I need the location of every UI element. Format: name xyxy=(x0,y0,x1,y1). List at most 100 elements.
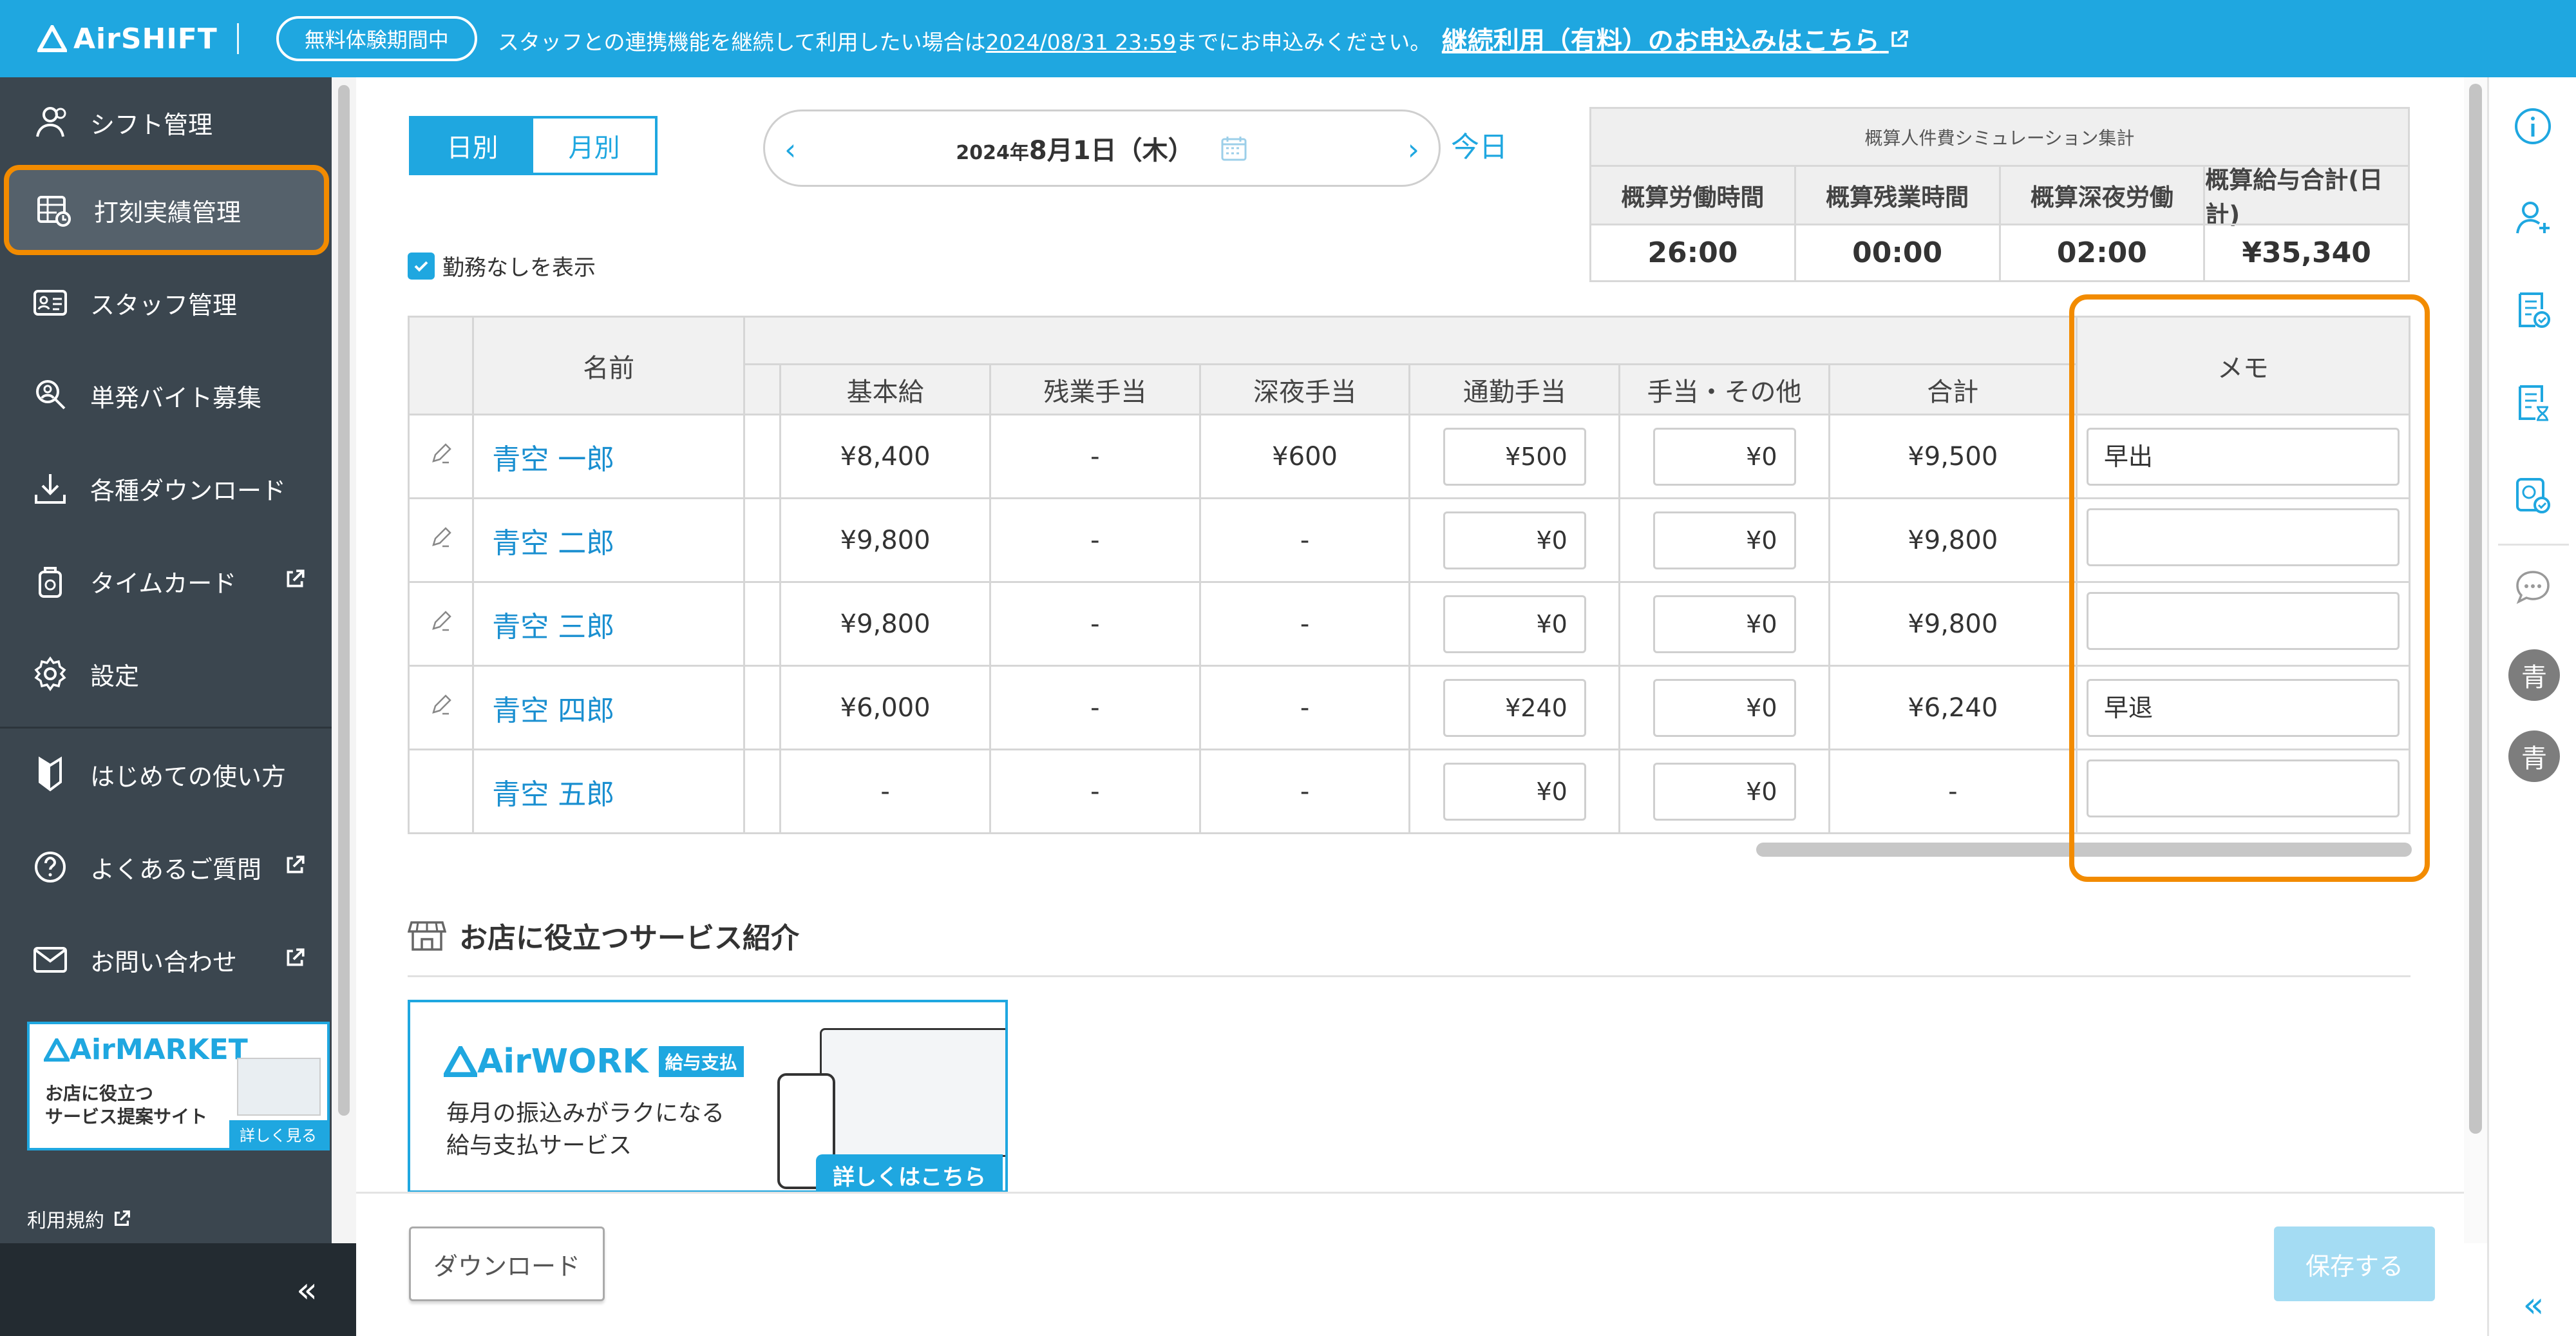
airmarket-line2: サービス提案サイト xyxy=(45,1106,208,1127)
staff-name-link[interactable]: 青空 一郎 xyxy=(472,414,746,499)
nav-faq[interactable]: よくあるご質問 xyxy=(0,822,332,912)
commute-input[interactable]: ¥0 xyxy=(1443,511,1586,569)
nav-settings[interactable]: 設定 xyxy=(0,629,332,719)
document-check-icon[interactable] xyxy=(2510,287,2556,334)
app-name: AirSHIFT xyxy=(73,22,218,55)
calendar-icon[interactable] xyxy=(1220,134,1248,162)
sidebar-scrollbar[interactable] xyxy=(332,77,356,1243)
tab-daily[interactable]: 日別 xyxy=(412,119,533,173)
pencil-icon[interactable] xyxy=(428,524,454,550)
commute-cell: ¥0 xyxy=(1408,581,1621,667)
airwork-laptop-image xyxy=(820,1028,1005,1157)
header-group xyxy=(743,316,2078,365)
save-button[interactable]: 保存する xyxy=(2274,1226,2435,1301)
column-header: 深夜手当 xyxy=(1198,363,1411,415)
download-button[interactable]: ダウンロード xyxy=(409,1226,605,1301)
other-allowance-input[interactable]: ¥0 xyxy=(1653,427,1796,486)
nav-timestamp-records[interactable]: 打刻実績管理 xyxy=(4,165,329,255)
nav-time-card[interactable]: タイムカード xyxy=(0,536,332,626)
main-scroll-thumb[interactable] xyxy=(2469,84,2482,1134)
prev-day-button[interactable]: ‹ xyxy=(784,132,796,167)
base-pay-cell: ¥6,000 xyxy=(779,665,991,750)
info-icon[interactable] xyxy=(2510,103,2556,149)
summary-header: 概算給与合計(日計) xyxy=(2205,166,2408,229)
spacer-header xyxy=(743,363,782,415)
edit-cell[interactable] xyxy=(407,497,475,583)
date-navigator: ‹ 2024年8月1日（木） › xyxy=(763,110,1441,187)
nav-staff-management[interactable]: スタッフ管理 xyxy=(0,258,332,348)
edit-cell[interactable] xyxy=(407,665,475,750)
other-allowance-input[interactable]: ¥0 xyxy=(1653,511,1796,569)
current-year: 2024年 xyxy=(956,142,1029,164)
airmarket-logo: AirMARKET xyxy=(44,1033,248,1066)
download-icon xyxy=(31,469,70,508)
document-pending-icon[interactable] xyxy=(2510,380,2556,426)
airmarket-banner[interactable]: AirMARKET お店に役立つ サービス提案サイト 詳しく見る xyxy=(27,1022,330,1150)
checkbox-checked-icon[interactable] xyxy=(408,252,435,280)
app-logo[interactable]: AirSHIFT xyxy=(37,23,218,55)
next-day-button[interactable]: › xyxy=(1408,132,1419,167)
nav-downloads[interactable]: 各種ダウンロード xyxy=(0,443,332,533)
summary-header: 概算労働時間 xyxy=(1591,167,1796,224)
collapse-sidebar-button[interactable]: « xyxy=(0,1243,356,1336)
continue-subscription-label: 継続利用（有料）のお申込みはこちら xyxy=(1441,26,1880,56)
staff-name-link[interactable]: 青空 五郎 xyxy=(472,749,746,834)
main-scrollbar[interactable] xyxy=(2464,77,2487,1243)
other-allowance-input[interactable]: ¥0 xyxy=(1653,595,1796,653)
overtime-cell: - xyxy=(989,414,1201,499)
today-button[interactable]: 今日 xyxy=(1451,124,1508,165)
add-user-icon[interactable] xyxy=(2510,195,2556,241)
avatar[interactable]: 青 xyxy=(2508,730,2560,782)
tab-monthly[interactable]: 月別 xyxy=(533,119,655,173)
pay-check-icon[interactable] xyxy=(2510,473,2556,519)
store-icon xyxy=(408,921,446,951)
night-cell: ¥600 xyxy=(1198,414,1411,499)
overtime-cell: - xyxy=(989,749,1201,834)
nav-single-job-recruit[interactable]: 単発バイト募集 xyxy=(0,350,332,441)
airwork-copy: 毎月の振込みがラクになる 給与支払サービス xyxy=(446,1098,724,1162)
nav-contact[interactable]: お問い合わせ xyxy=(0,915,332,1005)
commute-input[interactable]: ¥0 xyxy=(1443,762,1586,821)
nav-getting-started[interactable]: はじめての使い方 xyxy=(0,729,332,819)
summary-caption: 概算人件費シミュレーション集計 xyxy=(1591,109,2408,167)
services-divider xyxy=(408,975,2410,977)
pencil-icon[interactable] xyxy=(428,692,454,718)
overtime-cell: - xyxy=(989,497,1201,583)
pencil-icon[interactable] xyxy=(428,608,454,634)
avatar[interactable]: 青 xyxy=(2508,649,2560,701)
airwork-details-button[interactable]: 詳しくはこちら xyxy=(816,1154,1003,1190)
pencil-icon[interactable] xyxy=(428,441,454,466)
summary-value: ¥35,340 xyxy=(2205,224,2408,280)
airmarket-more-button[interactable]: 詳しく見る xyxy=(229,1120,327,1148)
terms-label: 利用規約 xyxy=(27,1210,104,1232)
nav-shift-management[interactable]: シフト管理 xyxy=(0,77,332,167)
summary-value: 00:00 xyxy=(1795,224,2001,280)
edit-cell[interactable] xyxy=(407,581,475,667)
airmarket-screenshot xyxy=(237,1058,321,1116)
airwork-banner[interactable]: AirWORK 給与支払 毎月の振込みがラクになる 給与支払サービス 詳しくはこ… xyxy=(408,1000,1008,1193)
staff-name-link[interactable]: 青空 二郎 xyxy=(472,497,746,583)
staff-name-link[interactable]: 青空 三郎 xyxy=(472,581,746,667)
trial-notice: スタッフとの連携機能を継続して利用したい場合は2024/08/31 23:59ま… xyxy=(498,20,1909,57)
base-pay-cell: ¥9,800 xyxy=(779,581,991,667)
sidebar-scroll-thumb[interactable] xyxy=(338,85,350,1116)
spacer-cell xyxy=(743,414,782,499)
other-allowance-input[interactable]: ¥0 xyxy=(1653,762,1796,821)
night-cell: - xyxy=(1198,581,1411,667)
spacer-cell xyxy=(743,665,782,750)
other-allowance-input[interactable]: ¥0 xyxy=(1653,678,1796,737)
commute-input[interactable]: ¥0 xyxy=(1443,595,1586,653)
edit-cell[interactable] xyxy=(407,414,475,499)
commute-input[interactable]: ¥240 xyxy=(1443,678,1586,737)
summary-value: 02:00 xyxy=(2000,224,2206,280)
staff-name-link[interactable]: 青空 四郎 xyxy=(472,665,746,750)
continue-subscription-link[interactable]: 継続利用（有料）のお申込みはこちら xyxy=(1442,26,1909,56)
base-pay-cell: ¥8,400 xyxy=(779,414,991,499)
commute-input[interactable]: ¥500 xyxy=(1443,427,1586,486)
logo-divider xyxy=(236,23,239,54)
night-cell: - xyxy=(1198,665,1411,750)
collapse-right-rail-button[interactable]: « xyxy=(2489,1275,2576,1333)
terms-link[interactable]: 利用規約 xyxy=(27,1205,131,1233)
show-no-work-checkbox[interactable]: 勤務なしを表示 xyxy=(408,250,596,282)
chat-bubble-icon[interactable] xyxy=(2510,564,2556,611)
